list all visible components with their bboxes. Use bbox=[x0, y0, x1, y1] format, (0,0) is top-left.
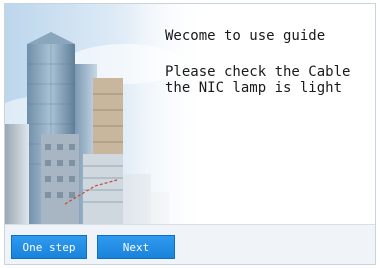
welcome-heading: Wecome to use guide bbox=[165, 28, 326, 44]
instruction-line-2: the NIC lamp is light bbox=[165, 80, 343, 96]
setup-guide-window: Wecome to use guide Please check the Cab… bbox=[4, 3, 376, 265]
button-bar: One step Next bbox=[5, 224, 375, 264]
one-step-button[interactable]: One step bbox=[11, 235, 87, 259]
city-skyline-banner: Wecome to use guide Please check the Cab… bbox=[5, 4, 375, 224]
next-button[interactable]: Next bbox=[97, 235, 175, 259]
instruction-line-1: Please check the Cable bbox=[165, 64, 351, 80]
